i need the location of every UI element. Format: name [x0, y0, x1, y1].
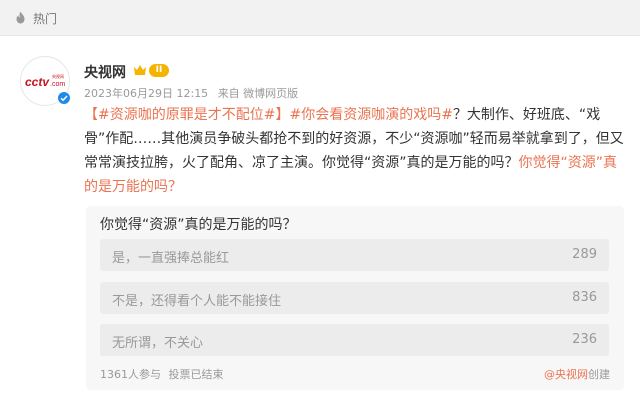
- flame-icon: [16, 11, 25, 24]
- svg-text:cctv: cctv: [25, 75, 50, 89]
- vote-option[interactable]: 是，一直强捧总能红 289: [100, 239, 609, 271]
- vote-option-count: 236: [572, 332, 597, 347]
- vote-creator: @央视网创建: [544, 366, 610, 382]
- hot-section-header: 热门: [0, 0, 640, 36]
- vote-question: 你觉得“资源”真的是万能的吗？: [100, 217, 297, 233]
- vote-option-label: 无所谓，不关心: [112, 336, 204, 351]
- post-text: 【#资源咖的原罪是才不配位#】#你会看资源咖演的戏吗#？大制作、好班底、“戏骨”…: [84, 103, 624, 199]
- cctv-logo: cctv .com 央视网: [25, 73, 65, 89]
- vote-creator-link[interactable]: @央视网: [544, 368, 588, 381]
- vote-footer: 1361人参与 投票已结束: [100, 366, 228, 382]
- post-timestamp[interactable]: 2023年06月29日 12:15: [84, 87, 208, 100]
- post-meta: 2023年06月29日 12:15 来自 微博网页版: [84, 85, 304, 101]
- svg-text:央视网: 央视网: [52, 73, 64, 79]
- vote-participants: 1361人参与: [100, 368, 161, 381]
- hot-label: 热门: [33, 12, 58, 26]
- vote-option-label: 不是，还得看个人能不能接住: [112, 294, 282, 309]
- vote-option-label: 是，一直强捧总能红: [112, 251, 230, 266]
- vote-status: 投票已结束: [168, 368, 224, 381]
- vote-option[interactable]: 不是，还得看个人能不能接住 836: [100, 282, 609, 314]
- svg-text:.com: .com: [50, 81, 65, 88]
- vote-option-count: 289: [572, 247, 597, 262]
- post-source: 来自 微博网页版: [217, 87, 299, 100]
- vote-option[interactable]: 无所谓，不关心 236: [100, 324, 609, 356]
- hashtag-link[interactable]: 【#资源咖的原罪是才不配位#】: [84, 107, 289, 123]
- vote-option-count: 836: [572, 290, 597, 305]
- vote-creator-suffix: 创建: [588, 368, 610, 381]
- hashtag-link[interactable]: #你会看资源咖演的戏吗#: [289, 107, 452, 123]
- member-level-badge: II: [149, 64, 169, 77]
- user-name[interactable]: 央视网: [84, 62, 126, 82]
- verified-badge-icon: [57, 91, 71, 105]
- crown-icon: [134, 65, 146, 75]
- vote-card: 你觉得“资源”真的是万能的吗？ 是，一直强捧总能红 289 不是，还得看个人能不…: [86, 206, 624, 390]
